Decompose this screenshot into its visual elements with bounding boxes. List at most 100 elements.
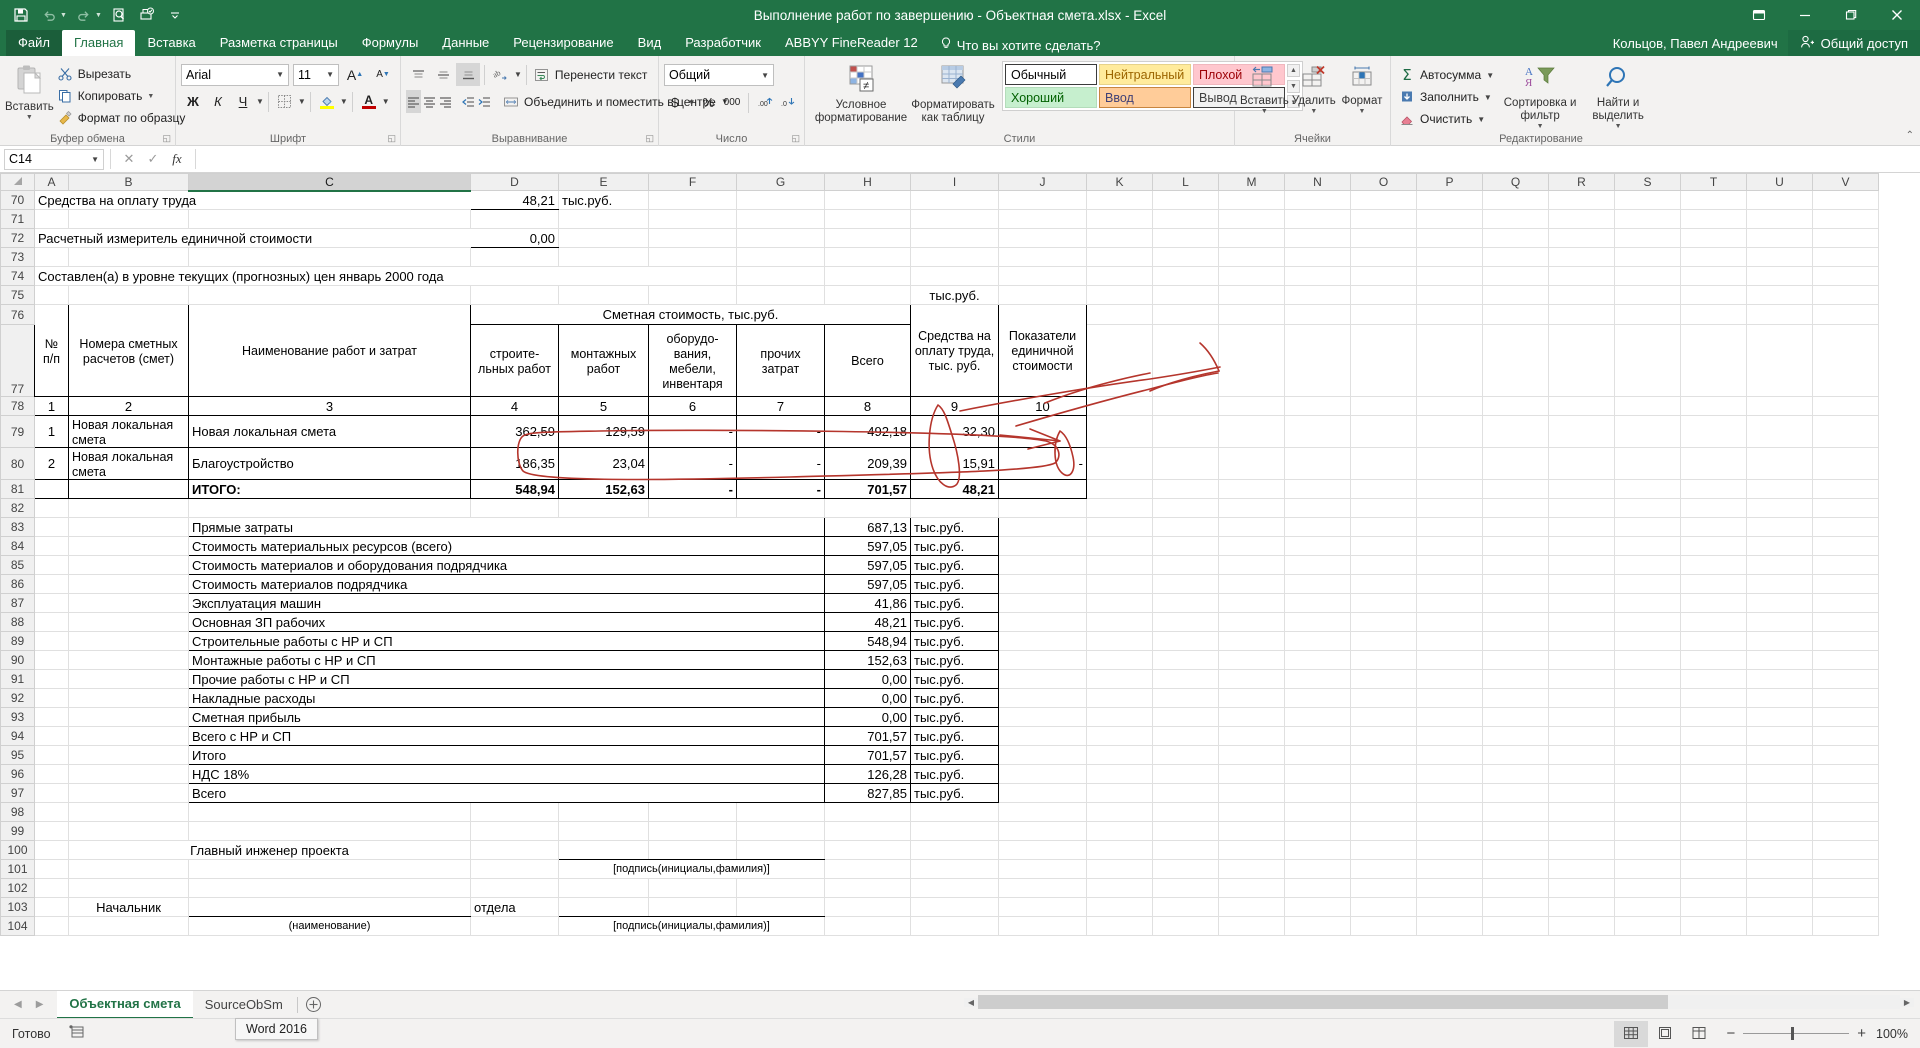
ribbon-tab-formulas[interactable]: Формулы <box>350 30 431 56</box>
header-cell-name[interactable]: Наименование работ и затрат <box>188 304 471 397</box>
cell-L83[interactable] <box>1152 517 1219 537</box>
cell-U91[interactable] <box>1746 669 1813 689</box>
cell-Q104[interactable] <box>1482 916 1549 936</box>
ribbon-tab-page-layout[interactable]: Разметка страницы <box>208 30 350 56</box>
cell-L86[interactable] <box>1152 574 1219 594</box>
data-total-2[interactable]: 209,39 <box>824 447 911 480</box>
data-name-1[interactable]: Новая локальная смета <box>188 415 471 448</box>
row-header-71[interactable]: 71 <box>0 209 35 229</box>
cell-N104[interactable] <box>1284 916 1351 936</box>
cell-P74[interactable] <box>1416 266 1483 286</box>
cell-K100[interactable] <box>1086 840 1153 860</box>
summary-unit-93[interactable]: тыс.руб. <box>910 707 999 727</box>
cell-U74[interactable] <box>1746 266 1813 286</box>
cell-O70[interactable] <box>1350 190 1417 210</box>
cell-style-neutral[interactable]: Нейтральный <box>1099 64 1191 85</box>
summary-unit-96[interactable]: тыс.руб. <box>910 764 999 784</box>
insert-cells-button[interactable]: Вставить ▼ <box>1240 61 1289 115</box>
cell-S78[interactable] <box>1614 396 1681 416</box>
data-unit-cost-1[interactable] <box>998 415 1087 448</box>
cell-K73[interactable] <box>1086 247 1153 267</box>
cell-M97[interactable] <box>1218 783 1285 803</box>
cell-A90[interactable] <box>34 650 69 670</box>
cell-T77[interactable] <box>1680 324 1747 397</box>
summary-unit-83[interactable]: тыс.руб. <box>910 517 999 537</box>
cell-E70[interactable]: тыс.руб. <box>558 190 649 210</box>
total-construction[interactable]: 548,94 <box>470 479 559 499</box>
cell-P103[interactable] <box>1416 897 1483 917</box>
ribbon[interactable]: Вставить ▼ Вырезать Копировать ▼ Формат … <box>0 56 1920 146</box>
cell-O93[interactable] <box>1350 707 1417 727</box>
cell-K72[interactable] <box>1086 228 1153 248</box>
cell-V90[interactable] <box>1812 650 1879 670</box>
cell-E71[interactable] <box>558 209 649 229</box>
cell-N78[interactable] <box>1284 396 1351 416</box>
cell-A91[interactable] <box>34 669 69 689</box>
cell-S80[interactable] <box>1614 447 1681 480</box>
summary-value-86[interactable]: 597,05 <box>824 574 911 594</box>
summary-label-83[interactable]: Прямые затраты <box>188 517 825 537</box>
cell-L97[interactable] <box>1152 783 1219 803</box>
cell-E103[interactable] <box>558 897 649 917</box>
total-total[interactable]: 701,57 <box>824 479 911 499</box>
header-number-10[interactable]: 10 <box>998 396 1087 416</box>
row-header-85[interactable]: 85 <box>0 555 35 575</box>
cell-L98[interactable] <box>1152 802 1219 822</box>
cell-M99[interactable] <box>1218 821 1285 841</box>
cell-V86[interactable] <box>1812 574 1879 594</box>
font-color-caret[interactable]: ▼ <box>382 97 390 106</box>
cell-U89[interactable] <box>1746 631 1813 651</box>
cell-M72[interactable] <box>1218 228 1285 248</box>
zoom-percent-label[interactable]: 100% <box>1876 1027 1920 1041</box>
cell-K89[interactable] <box>1086 631 1153 651</box>
cell-S93[interactable] <box>1614 707 1681 727</box>
print-preview-icon[interactable] <box>106 3 132 27</box>
cell-T75[interactable] <box>1680 285 1747 305</box>
cell-K91[interactable] <box>1086 669 1153 689</box>
cell-G103[interactable] <box>736 897 825 917</box>
cell-M70[interactable] <box>1218 190 1285 210</box>
cell-D104[interactable] <box>470 916 559 936</box>
cell-J98[interactable] <box>998 802 1087 822</box>
cell-R96[interactable] <box>1548 764 1615 784</box>
cell-B86[interactable] <box>68 574 189 594</box>
cell-O82[interactable] <box>1350 498 1417 518</box>
cell-N83[interactable] <box>1284 517 1351 537</box>
cell-Q103[interactable] <box>1482 897 1549 917</box>
column-header-K[interactable]: K <box>1086 173 1153 191</box>
cell-Q93[interactable] <box>1482 707 1549 727</box>
cell-T85[interactable] <box>1680 555 1747 575</box>
cell-U76[interactable] <box>1746 304 1813 325</box>
cell-B104[interactable] <box>68 916 189 936</box>
cell-U85[interactable] <box>1746 555 1813 575</box>
cell-U81[interactable] <box>1746 479 1813 499</box>
cell-N86[interactable] <box>1284 574 1351 594</box>
insert-cells-caret[interactable]: ▼ <box>1261 108 1268 115</box>
ribbon-display-options-icon[interactable] <box>1736 0 1782 30</box>
summary-label-97[interactable]: Всего <box>188 783 825 803</box>
cell-H103[interactable] <box>824 897 911 917</box>
cell-M82[interactable] <box>1218 498 1285 518</box>
column-header-J[interactable]: J <box>998 173 1087 191</box>
cell-S76[interactable] <box>1614 304 1681 325</box>
cell-R71[interactable] <box>1548 209 1615 229</box>
cell-N102[interactable] <box>1284 878 1351 898</box>
cell-M74[interactable] <box>1218 266 1285 286</box>
cell-K79[interactable] <box>1086 415 1153 448</box>
summary-value-87[interactable]: 41,86 <box>824 593 911 613</box>
copy-button[interactable]: Копировать ▼ <box>54 85 189 107</box>
cell-R78[interactable] <box>1548 396 1615 416</box>
cell-N84[interactable] <box>1284 536 1351 556</box>
find-select-caret[interactable]: ▼ <box>1615 123 1622 130</box>
table-row[interactable]: 101 [подпись(инициалы,фамилия)] <box>0 859 1879 879</box>
cell-J97[interactable] <box>998 783 1087 803</box>
font-color-icon[interactable]: A <box>357 90 381 113</box>
cell-T74[interactable] <box>1680 266 1747 286</box>
cell-N82[interactable] <box>1284 498 1351 518</box>
cell-N77[interactable] <box>1284 324 1351 397</box>
cell-M84[interactable] <box>1218 536 1285 556</box>
cell-A100[interactable] <box>34 840 69 860</box>
cancel-edit-icon[interactable]: ✕ <box>117 151 141 167</box>
cell-L104[interactable] <box>1152 916 1219 936</box>
cell-B102[interactable] <box>68 878 189 898</box>
